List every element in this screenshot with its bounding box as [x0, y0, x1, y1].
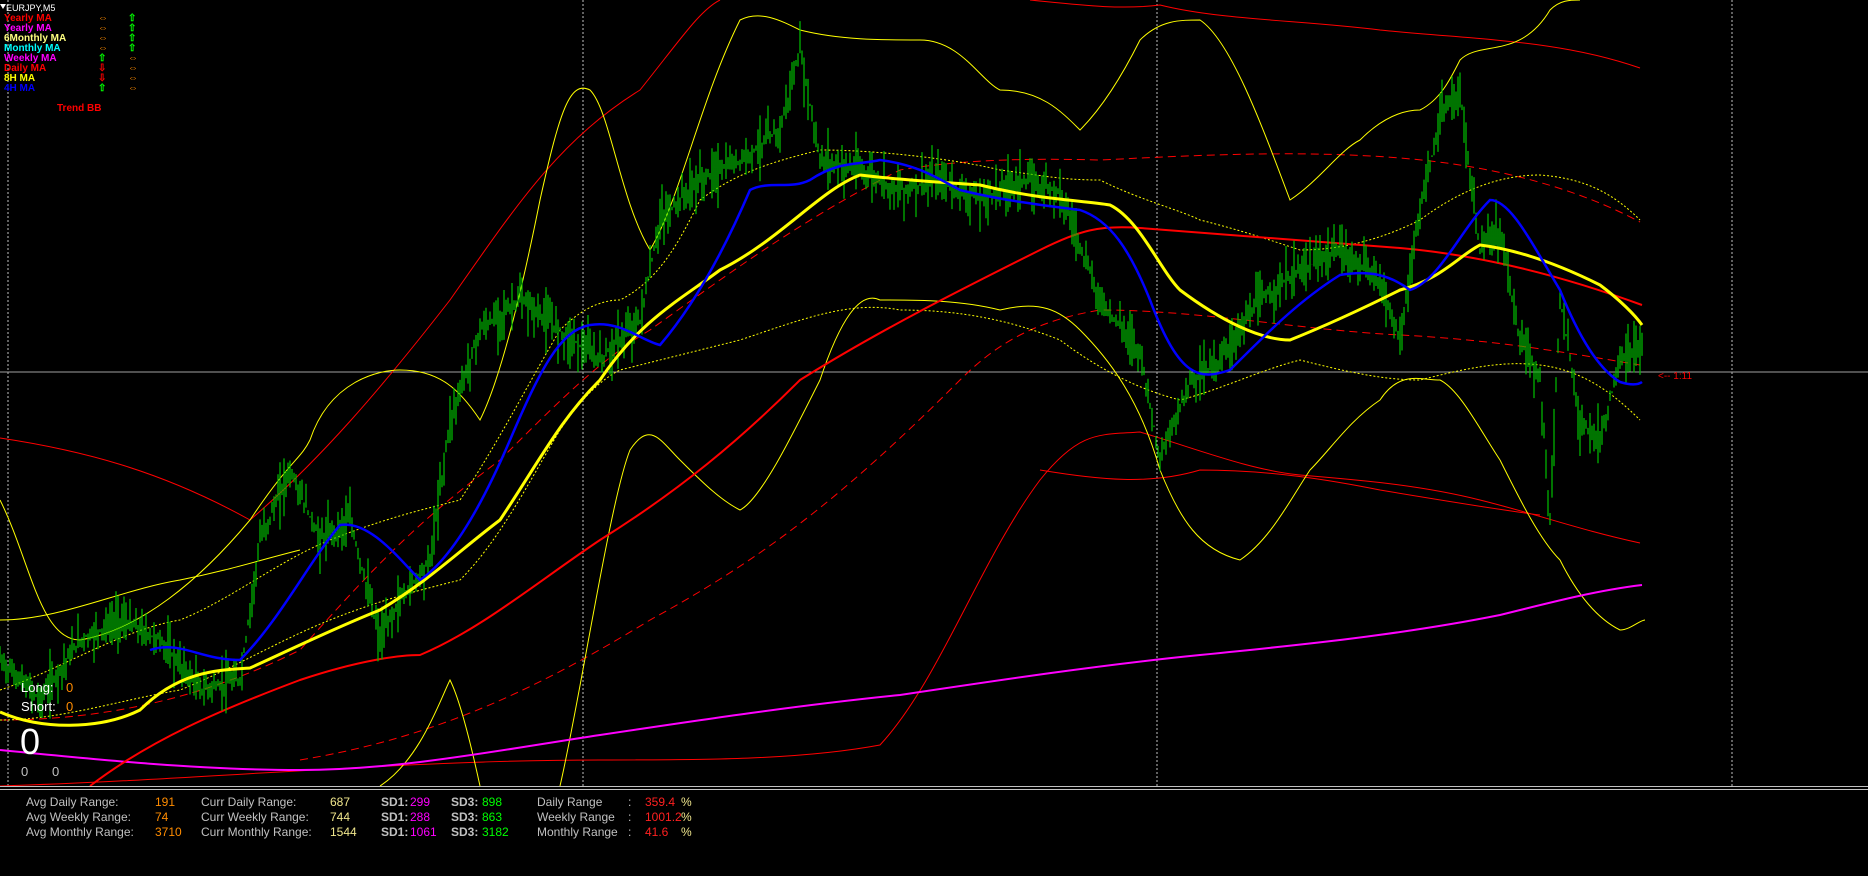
trend-arrow-icon: ⇔	[128, 83, 138, 94]
daily-range-label: Daily Range	[537, 795, 603, 809]
avg-monthly-label: Avg Monthly Range:	[26, 825, 134, 839]
curr-weekly-value: 744	[330, 810, 351, 824]
curr-monthly-value: 1544	[330, 825, 357, 839]
panel-divider	[0, 786, 1868, 787]
sd1-monthly-value: 1061	[410, 825, 437, 839]
chart-symbol: EURJPY,M5	[6, 3, 56, 13]
sd3-weekly-value: 863	[482, 810, 503, 824]
weekly-range-colon: :	[628, 810, 632, 824]
curr-monthly-label: Curr Monthly Range:	[201, 825, 312, 839]
avg-monthly-value: 3710	[155, 825, 182, 839]
position-right-value: 0	[52, 764, 60, 779]
8h-ma-line	[0, 173, 1644, 727]
sd3-monthly-value: 3182	[482, 825, 509, 839]
period-separators	[7, 0, 1733, 786]
short-label: Short:	[21, 699, 56, 714]
sd3-daily-value: 898	[482, 795, 503, 809]
panel-divider-2	[0, 789, 1868, 790]
daily-range-colon: :	[628, 795, 632, 809]
monthly-range-pct: 41.6	[645, 825, 669, 839]
yellow-dotted-bands	[0, 149, 1641, 721]
price-marker: <-- 1:11	[1658, 371, 1692, 382]
sd1-weekly-value: 288	[410, 810, 431, 824]
daily-range-pct: 359.4	[645, 795, 676, 809]
sd3-weekly-label: SD3:	[451, 810, 479, 824]
yearly-ma-line	[0, 584, 1643, 772]
curr-weekly-label: Curr Weekly Range:	[201, 810, 309, 824]
price-chart[interactable]	[0, 0, 1868, 876]
avg-weekly-value: 74	[155, 810, 169, 824]
sd1-daily-label: SD1:	[381, 795, 409, 809]
sd3-monthly-label: SD3:	[451, 825, 479, 839]
weekly-range-label: Weekly Range	[537, 810, 615, 824]
range-stats-panel: Avg Daily Range: 191 Avg Weekly Range: 7…	[0, 786, 1868, 876]
weekly-range-pct: 1001.2	[645, 810, 682, 824]
monthly-pct-sign: %	[681, 825, 692, 839]
sd1-weekly-label: SD1:	[381, 810, 409, 824]
trend-bb-label: Trend BB	[57, 103, 102, 114]
weekly-pct-sign: %	[681, 810, 692, 824]
avg-daily-label: Avg Daily Range:	[26, 795, 119, 809]
curr-daily-label: Curr Daily Range:	[201, 795, 297, 809]
position-left-value: 0	[21, 764, 29, 779]
avg-weekly-label: Avg Weekly Range:	[26, 810, 131, 824]
long-label: Long:	[21, 680, 54, 695]
daily-ma-line	[89, 226, 1643, 787]
legend-label: 4H MA	[4, 83, 36, 94]
legend-row: 4H MA ⇧ ⇔	[4, 84, 158, 94]
trend-arrow-icon: ⇧	[98, 83, 107, 94]
sd3-daily-label: SD3:	[451, 795, 479, 809]
net-position-value: 0	[20, 721, 41, 762]
monthly-range-label: Monthly Range	[537, 825, 618, 839]
curr-daily-value: 687	[330, 795, 351, 809]
sd1-monthly-label: SD1:	[381, 825, 409, 839]
long-value: 0	[66, 680, 74, 695]
monthly-range-colon: :	[628, 825, 632, 839]
price-candles	[0, 21, 1643, 719]
short-value: 0	[66, 699, 74, 714]
daily-pct-sign: %	[681, 795, 692, 809]
avg-daily-value: 191	[155, 795, 176, 809]
sd1-daily-value: 299	[410, 795, 431, 809]
